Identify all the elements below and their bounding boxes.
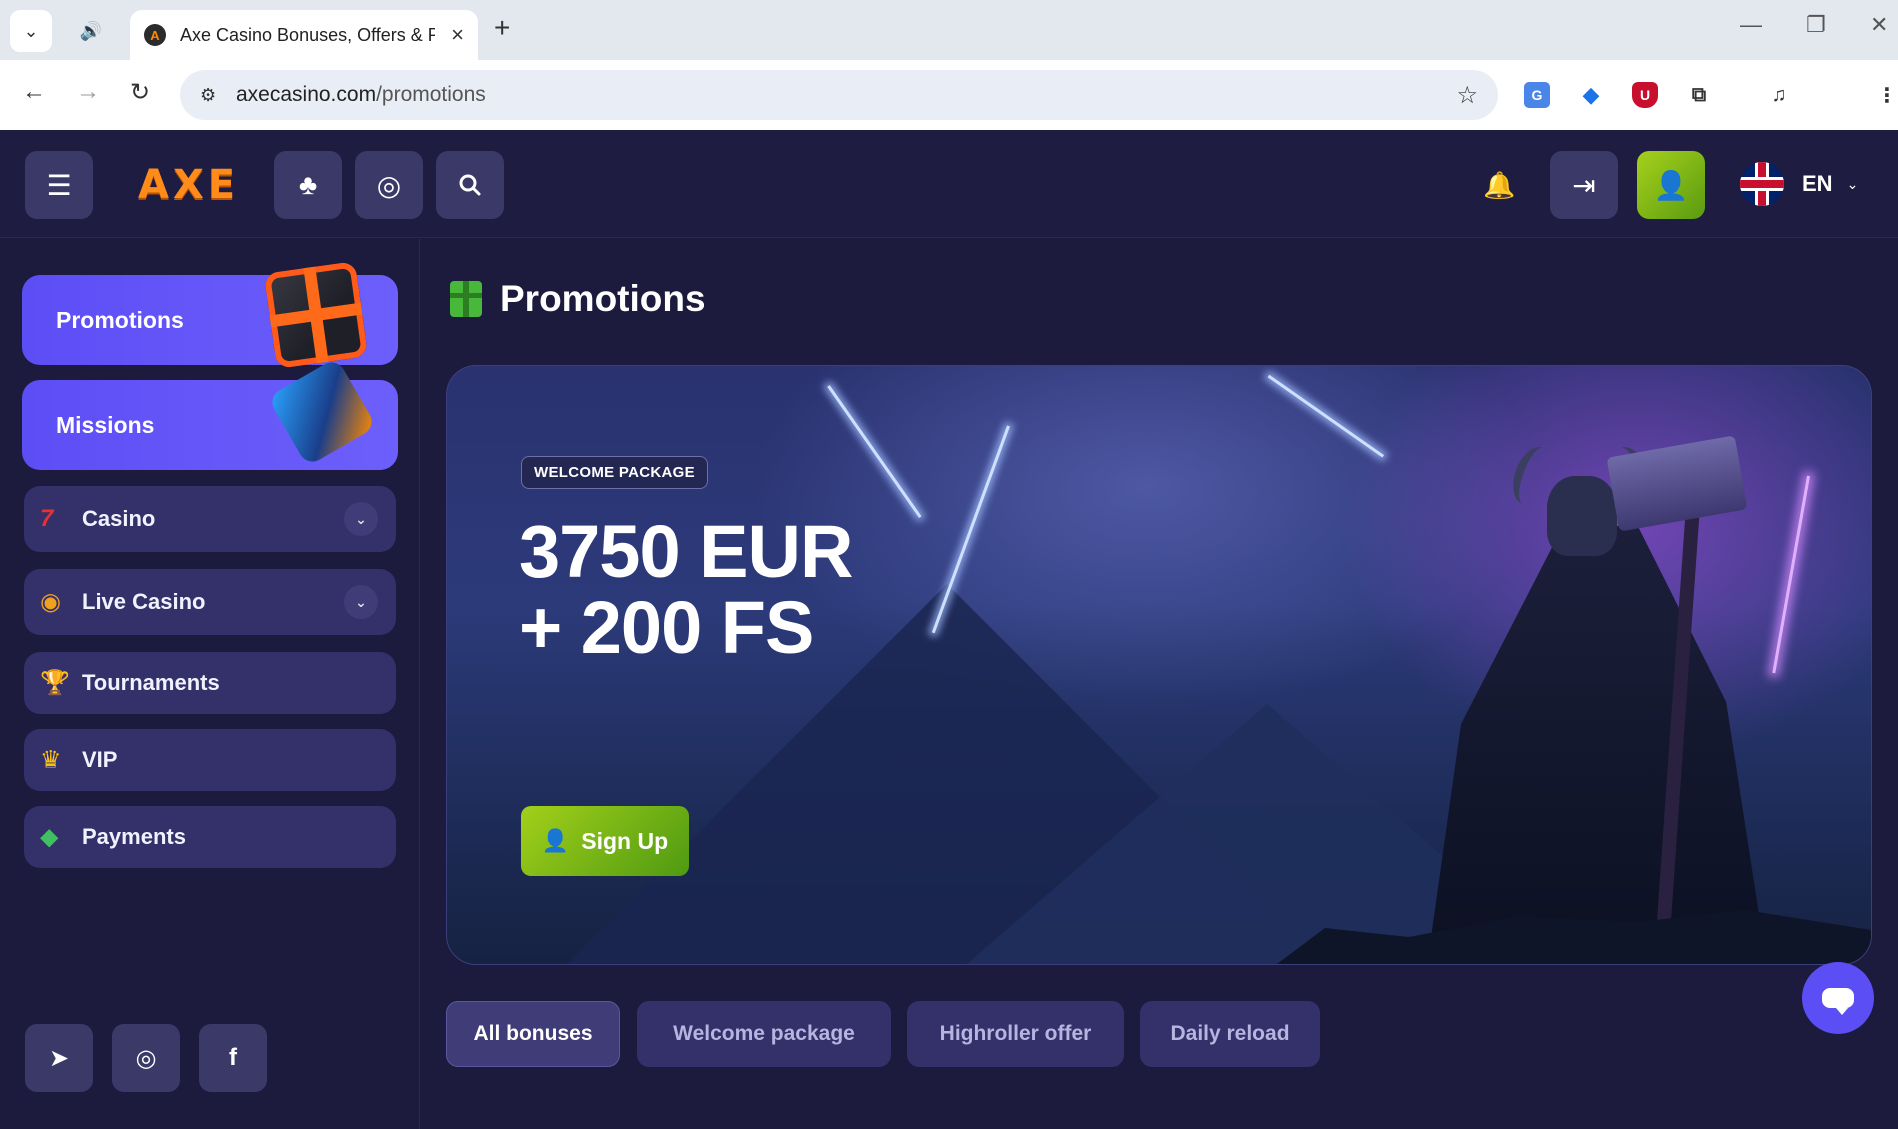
window-close-icon[interactable]: ✕ — [1870, 12, 1888, 38]
reload-icon[interactable]: ↻ — [130, 78, 150, 107]
crown-icon: ♛ — [40, 746, 62, 774]
extensions-icon[interactable]: ⧉ — [1686, 82, 1712, 108]
browser-tab[interactable]: A Axe Casino Bonuses, Offers & P × — [130, 10, 478, 60]
chat-icon — [1822, 988, 1854, 1015]
clubs-icon[interactable]: ♣ — [274, 151, 342, 219]
page-title: Promotions — [450, 278, 706, 320]
url-text: axecasino.com/promotions — [236, 83, 486, 107]
welcome-banner: WELCOME PACKAGE 3750 EUR + 200 FS 👤 Sign… — [446, 365, 1872, 965]
media-icon[interactable]: ♫ — [1766, 82, 1792, 108]
filter-all-bonuses[interactable]: All bonuses — [446, 1001, 620, 1067]
uk-flag-icon — [1740, 162, 1784, 206]
sidebar-item-vip[interactable]: ♛ VIP — [24, 729, 396, 791]
menu-icon[interactable]: ☰ — [25, 151, 93, 219]
language-code: EN — [1802, 171, 1833, 196]
sidebar-item-tournaments[interactable]: 🏆 Tournaments — [24, 652, 396, 714]
sign-up-label: Sign Up — [581, 827, 669, 854]
sound-icon[interactable]: 🔊 — [70, 10, 112, 52]
sidebar: Promotions Missions 7 Casino ⌄ ◉ Live Ca… — [0, 239, 420, 1129]
url-host: axecasino.com — [236, 83, 377, 106]
axe-logo[interactable]: AXE — [138, 162, 239, 208]
filter-daily-reload[interactable]: Daily reload — [1140, 1001, 1320, 1067]
back-icon[interactable]: ← — [22, 78, 46, 106]
chat-button[interactable] — [1802, 962, 1874, 1034]
sidebar-card-label: Missions — [56, 411, 155, 438]
welcome-package-badge: WELCOME PACKAGE — [521, 456, 708, 489]
bonus-headline: 3750 EUR + 200 FS — [519, 510, 853, 669]
roulette-icon[interactable]: ◎ — [355, 151, 423, 219]
restore-icon[interactable]: ❐ — [1806, 12, 1826, 38]
tab-list-icon[interactable]: ⌄ — [10, 10, 52, 52]
filter-welcome-package[interactable]: Welcome package — [637, 1001, 891, 1067]
more-icon[interactable]: ⋮ — [1874, 82, 1898, 108]
sidebar-item-casino[interactable]: 7 Casino ⌄ — [24, 486, 396, 552]
wallet-icon: ◆ — [40, 823, 59, 851]
sign-up-button[interactable]: 👤 Sign Up — [521, 806, 689, 876]
browser-address-bar: ← → ↻ ⚙ axecasino.com/promotions ☆ G ◆ U… — [0, 60, 1898, 130]
tab-title: Axe Casino Bonuses, Offers & P — [180, 24, 435, 45]
bookmark-star-icon[interactable]: ☆ — [1456, 81, 1478, 110]
seven-icon: 7 — [40, 505, 54, 532]
sidebar-item-label: Payments — [82, 824, 186, 849]
filter-highroller-offer[interactable]: Highroller offer — [907, 1001, 1124, 1067]
download-icon[interactable]: ◆ — [1578, 82, 1604, 108]
chip-icon: ◉ — [40, 588, 61, 616]
url-bar[interactable]: ⚙ axecasino.com/promotions ☆ — [180, 70, 1498, 120]
sidebar-item-label: Live Casino — [82, 589, 206, 614]
bell-icon[interactable]: 🔔 — [1483, 170, 1515, 201]
lightning-bolt — [827, 385, 922, 518]
browser-tab-bar: ⌄ 🔊 A Axe Casino Bonuses, Offers & P × +… — [0, 0, 1898, 60]
sidebar-item-label: Tournaments — [82, 670, 220, 695]
url-path: /promotions — [376, 83, 486, 106]
ublock-icon[interactable]: U — [1632, 82, 1658, 108]
viking-warrior-image — [1397, 406, 1817, 964]
forward-icon[interactable]: → — [76, 78, 100, 106]
tab-favicon-icon: A — [144, 24, 166, 46]
sidebar-card-label: Promotions — [56, 306, 184, 333]
bonus-free-spins: + 200 FS — [519, 586, 814, 669]
lightning-bolt — [1267, 374, 1385, 458]
minimize-icon[interactable]: — — [1740, 12, 1762, 38]
telegram-icon[interactable]: ➤ — [25, 1024, 93, 1092]
gift-icon — [263, 261, 369, 369]
page-title-text: Promotions — [500, 278, 706, 319]
new-tab-icon[interactable]: + — [494, 12, 510, 44]
sidebar-item-live-casino[interactable]: ◉ Live Casino ⌄ — [24, 569, 396, 635]
sidebar-item-label: VIP — [82, 747, 118, 772]
warrior-head — [1547, 476, 1617, 556]
sidebar-item-payments[interactable]: ◆ Payments — [24, 806, 396, 868]
add-user-icon[interactable]: 👤 — [1637, 151, 1705, 219]
chevron-down-icon: ⌄ — [1846, 175, 1859, 192]
close-icon[interactable]: × — [451, 22, 464, 48]
search-icon[interactable] — [436, 151, 504, 219]
sidebar-item-label: Casino — [82, 506, 156, 531]
language-selector[interactable]: EN ⌄ — [1740, 162, 1858, 206]
site-settings-icon[interactable]: ⚙ — [200, 85, 230, 106]
search-glyph — [459, 174, 481, 196]
bonus-amount: 3750 EUR — [519, 510, 853, 593]
translate-icon[interactable]: G — [1524, 82, 1550, 108]
facebook-icon[interactable]: f — [199, 1024, 267, 1092]
sidebar-card-missions[interactable]: Missions — [22, 357, 398, 470]
chevron-down-icon[interactable]: ⌄ — [344, 502, 378, 536]
add-user-icon: 👤 — [541, 828, 570, 853]
hammer-icon — [267, 357, 377, 467]
gift-icon — [450, 281, 482, 317]
sidebar-card-promotions[interactable]: Promotions — [22, 261, 398, 369]
warrior-cloak — [1427, 526, 1767, 964]
login-icon[interactable]: ⇥ — [1550, 151, 1618, 219]
trophy-icon: 🏆 — [40, 669, 70, 697]
site-header: ☰ AXE ♣ ◎ 🔔 ⇥ 👤 EN ⌄ — [0, 130, 1898, 238]
chevron-down-icon[interactable]: ⌄ — [344, 585, 378, 619]
instagram-icon[interactable]: ◎ — [112, 1024, 180, 1092]
